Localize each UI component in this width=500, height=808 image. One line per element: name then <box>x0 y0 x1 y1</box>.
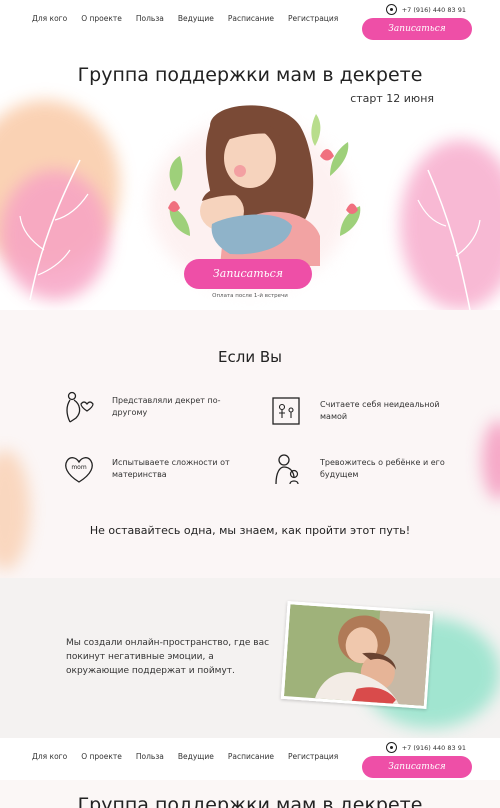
nav-link-registration[interactable]: Регистрация <box>288 752 338 761</box>
online-space-section: Мы создали онлайн-пространство, где вас … <box>0 578 500 738</box>
nav-link-schedule[interactable]: Расписание <box>228 14 274 23</box>
mother-cheek <box>234 165 246 177</box>
top-nav: Для кого О проекте Польза Ведущие Распис… <box>0 0 500 40</box>
if-you-title: Если Вы <box>218 348 282 366</box>
signup-button-header[interactable]: Записаться <box>362 18 472 40</box>
landing-page: Для кого О проекте Польза Ведущие Распис… <box>0 0 500 808</box>
branch-right-icon <box>417 169 481 310</box>
nav-link-benefit[interactable]: Польза <box>136 14 164 23</box>
whatsapp-icon <box>385 742 397 753</box>
nav-link-hosts[interactable]: Ведущие <box>178 14 214 23</box>
feature-item: Считаете себя неидеальной мамой <box>270 394 450 428</box>
svg-text:mom: mom <box>71 464 87 471</box>
nav-links: Для кого О проекте Польза Ведущие Распис… <box>32 752 338 761</box>
hero-section: Группа поддержки мам в декрете старт 12 … <box>0 40 500 310</box>
feature-item: Тревожитесь о ребёнке и его будущем <box>270 452 450 486</box>
mother-child-illustration <box>168 105 361 266</box>
phone-contact[interactable]: +7 (916) 440 83 91 <box>385 4 466 15</box>
feature-item: mom Испытываете сложности от материнства <box>62 452 242 486</box>
nav-link-for-whom[interactable]: Для кого <box>32 14 67 23</box>
online-space-text: Мы создали онлайн-пространство, где вас … <box>66 638 270 676</box>
phone-number[interactable]: +7 (916) 440 83 91 <box>402 744 466 752</box>
nav-link-registration[interactable]: Регистрация <box>288 14 338 23</box>
whatsapp-icon <box>385 4 397 15</box>
hero-title: Группа поддержки мам в декрете <box>77 64 423 86</box>
nav-link-hosts[interactable]: Ведущие <box>178 752 214 761</box>
nav-link-about[interactable]: О проекте <box>81 752 122 761</box>
signup-button-footer[interactable]: Записаться <box>362 756 472 778</box>
feature-text: Испытываете сложности от материнства <box>112 458 230 479</box>
feature-text: Тревожитесь о ребёнке и его будущем <box>320 458 445 479</box>
phone-number[interactable]: +7 (916) 440 83 91 <box>402 6 466 14</box>
bottom-nav: Для кого О проекте Польза Ведущие Распис… <box>0 738 500 780</box>
nav-link-schedule[interactable]: Расписание <box>228 752 274 761</box>
watercolor-left-edge <box>0 450 30 570</box>
watercolor-right-edge <box>482 420 500 500</box>
branch-left-icon <box>19 159 89 300</box>
feature-text: Считаете себя неидеальной мамой <box>320 400 440 421</box>
pregnant-heart-icon <box>66 391 94 423</box>
payment-note: Оплата после 1-й встречи <box>212 293 288 299</box>
feature-text: Представляли декрет по-другому <box>112 396 221 417</box>
family-picture-icon <box>272 397 300 425</box>
feature-item: Представляли декрет по-другому <box>62 390 242 424</box>
if-you-bottom-line: Не оставайтесь одна, мы знаем, как пройт… <box>89 524 411 537</box>
signup-button-hero[interactable]: Записаться <box>184 259 312 289</box>
nav-link-about[interactable]: О проекте <box>81 14 122 23</box>
mom-heart-icon: mom <box>65 457 93 483</box>
if-you-section: Если Вы Представляли декрет по-другому С… <box>0 310 500 578</box>
mother-daughter-photo <box>280 601 434 709</box>
cut-off-hero-title: Группа поддержки мам в декрете <box>77 794 423 808</box>
mother-child-icon <box>275 454 299 485</box>
nav-link-benefit[interactable]: Польза <box>136 752 164 761</box>
nav-link-for-whom[interactable]: Для кого <box>32 752 67 761</box>
phone-contact[interactable]: +7 (916) 440 83 91 <box>385 742 466 753</box>
nav-links: Для кого О проекте Польза Ведущие Распис… <box>32 14 338 23</box>
